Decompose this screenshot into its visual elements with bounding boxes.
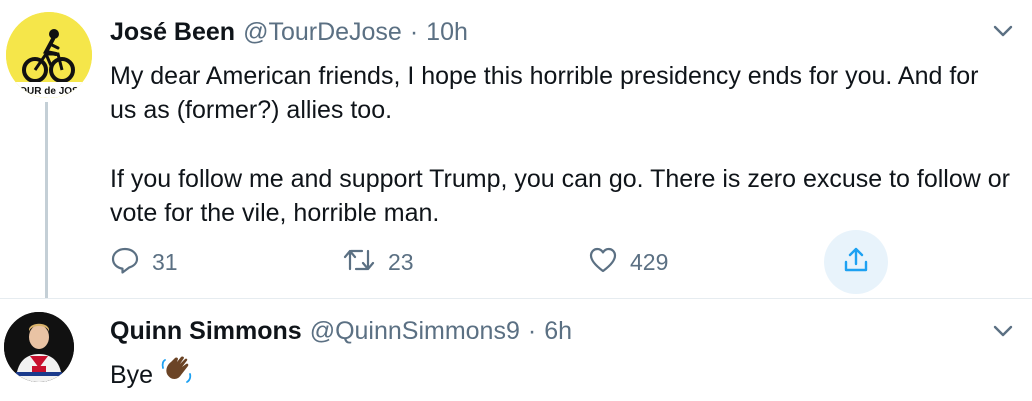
avatar-jose-been[interactable]: OUR de JOS (6, 12, 92, 98)
share-icon (841, 245, 871, 280)
chevron-down-icon[interactable] (990, 18, 1016, 44)
separator-dot: · (527, 317, 537, 345)
reply-button[interactable]: 31 (110, 242, 178, 282)
thread-line (45, 102, 48, 298)
tweet-header-2: Quinn Simmons @QuinnSimmons9 · 6h (110, 317, 572, 346)
author-handle[interactable]: @QuinnSimmons9 (310, 317, 520, 346)
like-count: 429 (630, 248, 669, 275)
share-button[interactable] (824, 230, 888, 294)
svg-text:OUR de JOS: OUR de JOS (19, 86, 79, 97)
tweet-text-paragraph-2: If you follow me and support Trump, you … (110, 165, 1010, 227)
tweet-text: Bye (110, 354, 1010, 395)
author-name[interactable]: Quinn Simmons (110, 317, 302, 346)
tweet-timestamp[interactable]: 6h (544, 317, 572, 346)
reply-count: 31 (152, 248, 178, 275)
chevron-down-icon[interactable] (990, 318, 1016, 344)
tweet-text-paragraph-1: My dear American friends, I hope this ho… (110, 62, 979, 124)
retweet-button[interactable]: 23 (342, 242, 414, 282)
avatar-quinn-simmons[interactable] (4, 312, 74, 382)
like-button[interactable]: 429 (588, 242, 668, 282)
author-name[interactable]: José Been (110, 18, 235, 47)
retweet-count: 23 (388, 248, 414, 275)
reply-icon (110, 245, 140, 280)
like-icon (588, 245, 618, 280)
waving-hand-icon (159, 354, 195, 395)
retweet-icon (342, 245, 376, 280)
tweet-actions: 31 23 429 (110, 230, 910, 294)
separator-dot: · (409, 18, 419, 46)
tweet-timestamp[interactable]: 10h (426, 18, 468, 47)
tweet-header: José Been @TourDeJose · 10h (110, 18, 468, 47)
tweet-text-content: Bye (110, 360, 154, 389)
tweet-1[interactable]: OUR de JOS José Been @TourDeJose · 10h M… (0, 0, 1032, 298)
author-handle[interactable]: @TourDeJose (243, 18, 402, 47)
